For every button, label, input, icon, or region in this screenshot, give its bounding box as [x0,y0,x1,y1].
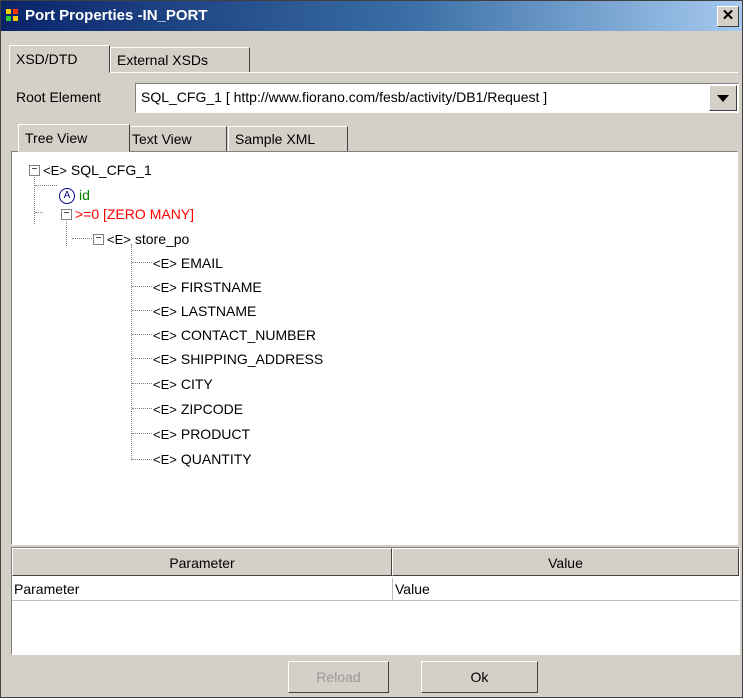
tree-node-email[interactable]: <E> EMAIL [153,253,223,273]
tree-node-label: QUANTITY [180,451,252,467]
element-icon: <E> [153,427,177,442]
element-icon: <E> [43,163,67,178]
tree-node-label: store_po [134,231,190,247]
tab-panel-border [9,72,738,73]
element-icon: <E> [153,304,177,319]
tree-connector [132,310,152,311]
tree-node-shipping-address[interactable]: <E> SHIPPING_ADDRESS [153,349,323,369]
tree-connector [132,408,152,409]
tree-connector [131,244,132,460]
tree-connector [132,286,152,287]
collapse-icon[interactable]: − [93,234,104,245]
tree-node-label: id [79,187,90,203]
tree-node-label: FIRSTNAME [180,279,262,295]
root-element-select[interactable]: SQL_CFG_1 [ http://www.fiorano.com/fesb/… [135,83,739,113]
root-element-value: SQL_CFG_1 [ http://www.fiorano.com/fesb/… [141,89,548,105]
collapse-icon[interactable]: − [61,209,72,220]
tree-connector [35,185,57,186]
attribute-icon: A [59,188,75,205]
tab-text-view[interactable]: Text View [125,126,227,152]
tree-connector [132,334,152,335]
tree-connector [66,218,67,246]
tree-node-label: CITY [180,376,213,392]
tree-node-label: PRODUCT [180,426,251,442]
element-icon: <E> [153,256,177,271]
tree-connector [132,262,152,263]
table-cell-parameter[interactable]: Parameter [12,578,393,601]
tree-node-label: CONTACT_NUMBER [180,327,316,343]
cardinality-icon: >=0 [75,206,100,222]
schema-tree[interactable]: − <E> SQL_CFG_1 Aid − >=0 [ZERO MANY] − <… [11,151,738,545]
tab-sample-xml[interactable]: Sample XML [228,126,348,152]
app-icon [6,9,20,23]
close-icon[interactable]: ✕ [717,6,739,27]
table-cell-value[interactable]: Value [393,578,739,601]
root-element-label: Root Element [16,89,101,105]
tree-node-root[interactable]: <E> SQL_CFG_1 [43,160,152,180]
tree-connector [132,383,152,384]
tree-connector [72,238,92,239]
tab-xsd-dtd[interactable]: XSD/DTD [9,45,110,73]
tree-node-store-po[interactable]: <E> store_po [107,229,189,249]
tree-node-attribute[interactable]: Aid [59,185,90,205]
tree-connector [132,433,152,434]
tree-node-label: EMAIL [180,255,223,271]
element-icon: <E> [153,452,177,467]
tree-connector [132,358,152,359]
element-icon: <E> [153,352,177,367]
element-icon: <E> [153,377,177,392]
window-title: Port Properties -IN_PORT [25,7,208,24]
tree-node-zipcode[interactable]: <E> ZIPCODE [153,399,243,419]
tree-node-label: LASTNAME [180,303,257,319]
element-icon: <E> [153,280,177,295]
tree-node-label: SHIPPING_ADDRESS [180,351,324,367]
element-icon: <E> [107,232,131,247]
tree-node-label: ZIPCODE [180,401,244,417]
column-header-value[interactable]: Value [392,548,739,576]
ok-button[interactable]: Ok [421,661,538,693]
title-bar[interactable]: Port Properties -IN_PORT ✕ [1,1,742,31]
tree-connector [34,170,35,224]
column-header-parameter[interactable]: Parameter [12,548,392,576]
tree-connector [35,212,43,213]
parameter-table[interactable]: Parameter Value Parameter Value [11,547,740,655]
tree-node-quantity[interactable]: <E> QUANTITY [153,449,252,469]
collapse-icon[interactable]: − [29,165,40,176]
element-icon: <E> [153,328,177,343]
tab-external-xsds[interactable]: External XSDs [110,47,250,73]
tree-node-city[interactable]: <E> CITY [153,374,213,394]
tree-node-label: SQL_CFG_1 [70,162,152,178]
element-icon: <E> [153,402,177,417]
reload-button[interactable]: Reload [288,661,389,693]
tree-node-label: [ZERO MANY] [103,206,195,222]
tree-node-lastname[interactable]: <E> LASTNAME [153,301,256,321]
tree-node-product[interactable]: <E> PRODUCT [153,424,250,444]
tree-node-contact-number[interactable]: <E> CONTACT_NUMBER [153,325,316,345]
tree-connector [132,459,152,460]
dialog-window: Port Properties -IN_PORT ✕ XSD/DTD Exter… [0,0,743,698]
tree-node-cardinality[interactable]: >=0 [ZERO MANY] [75,204,194,224]
chevron-down-icon[interactable] [709,85,737,111]
tree-node-firstname[interactable]: <E> FIRSTNAME [153,277,262,297]
tab-tree-view[interactable]: Tree View [18,124,130,152]
